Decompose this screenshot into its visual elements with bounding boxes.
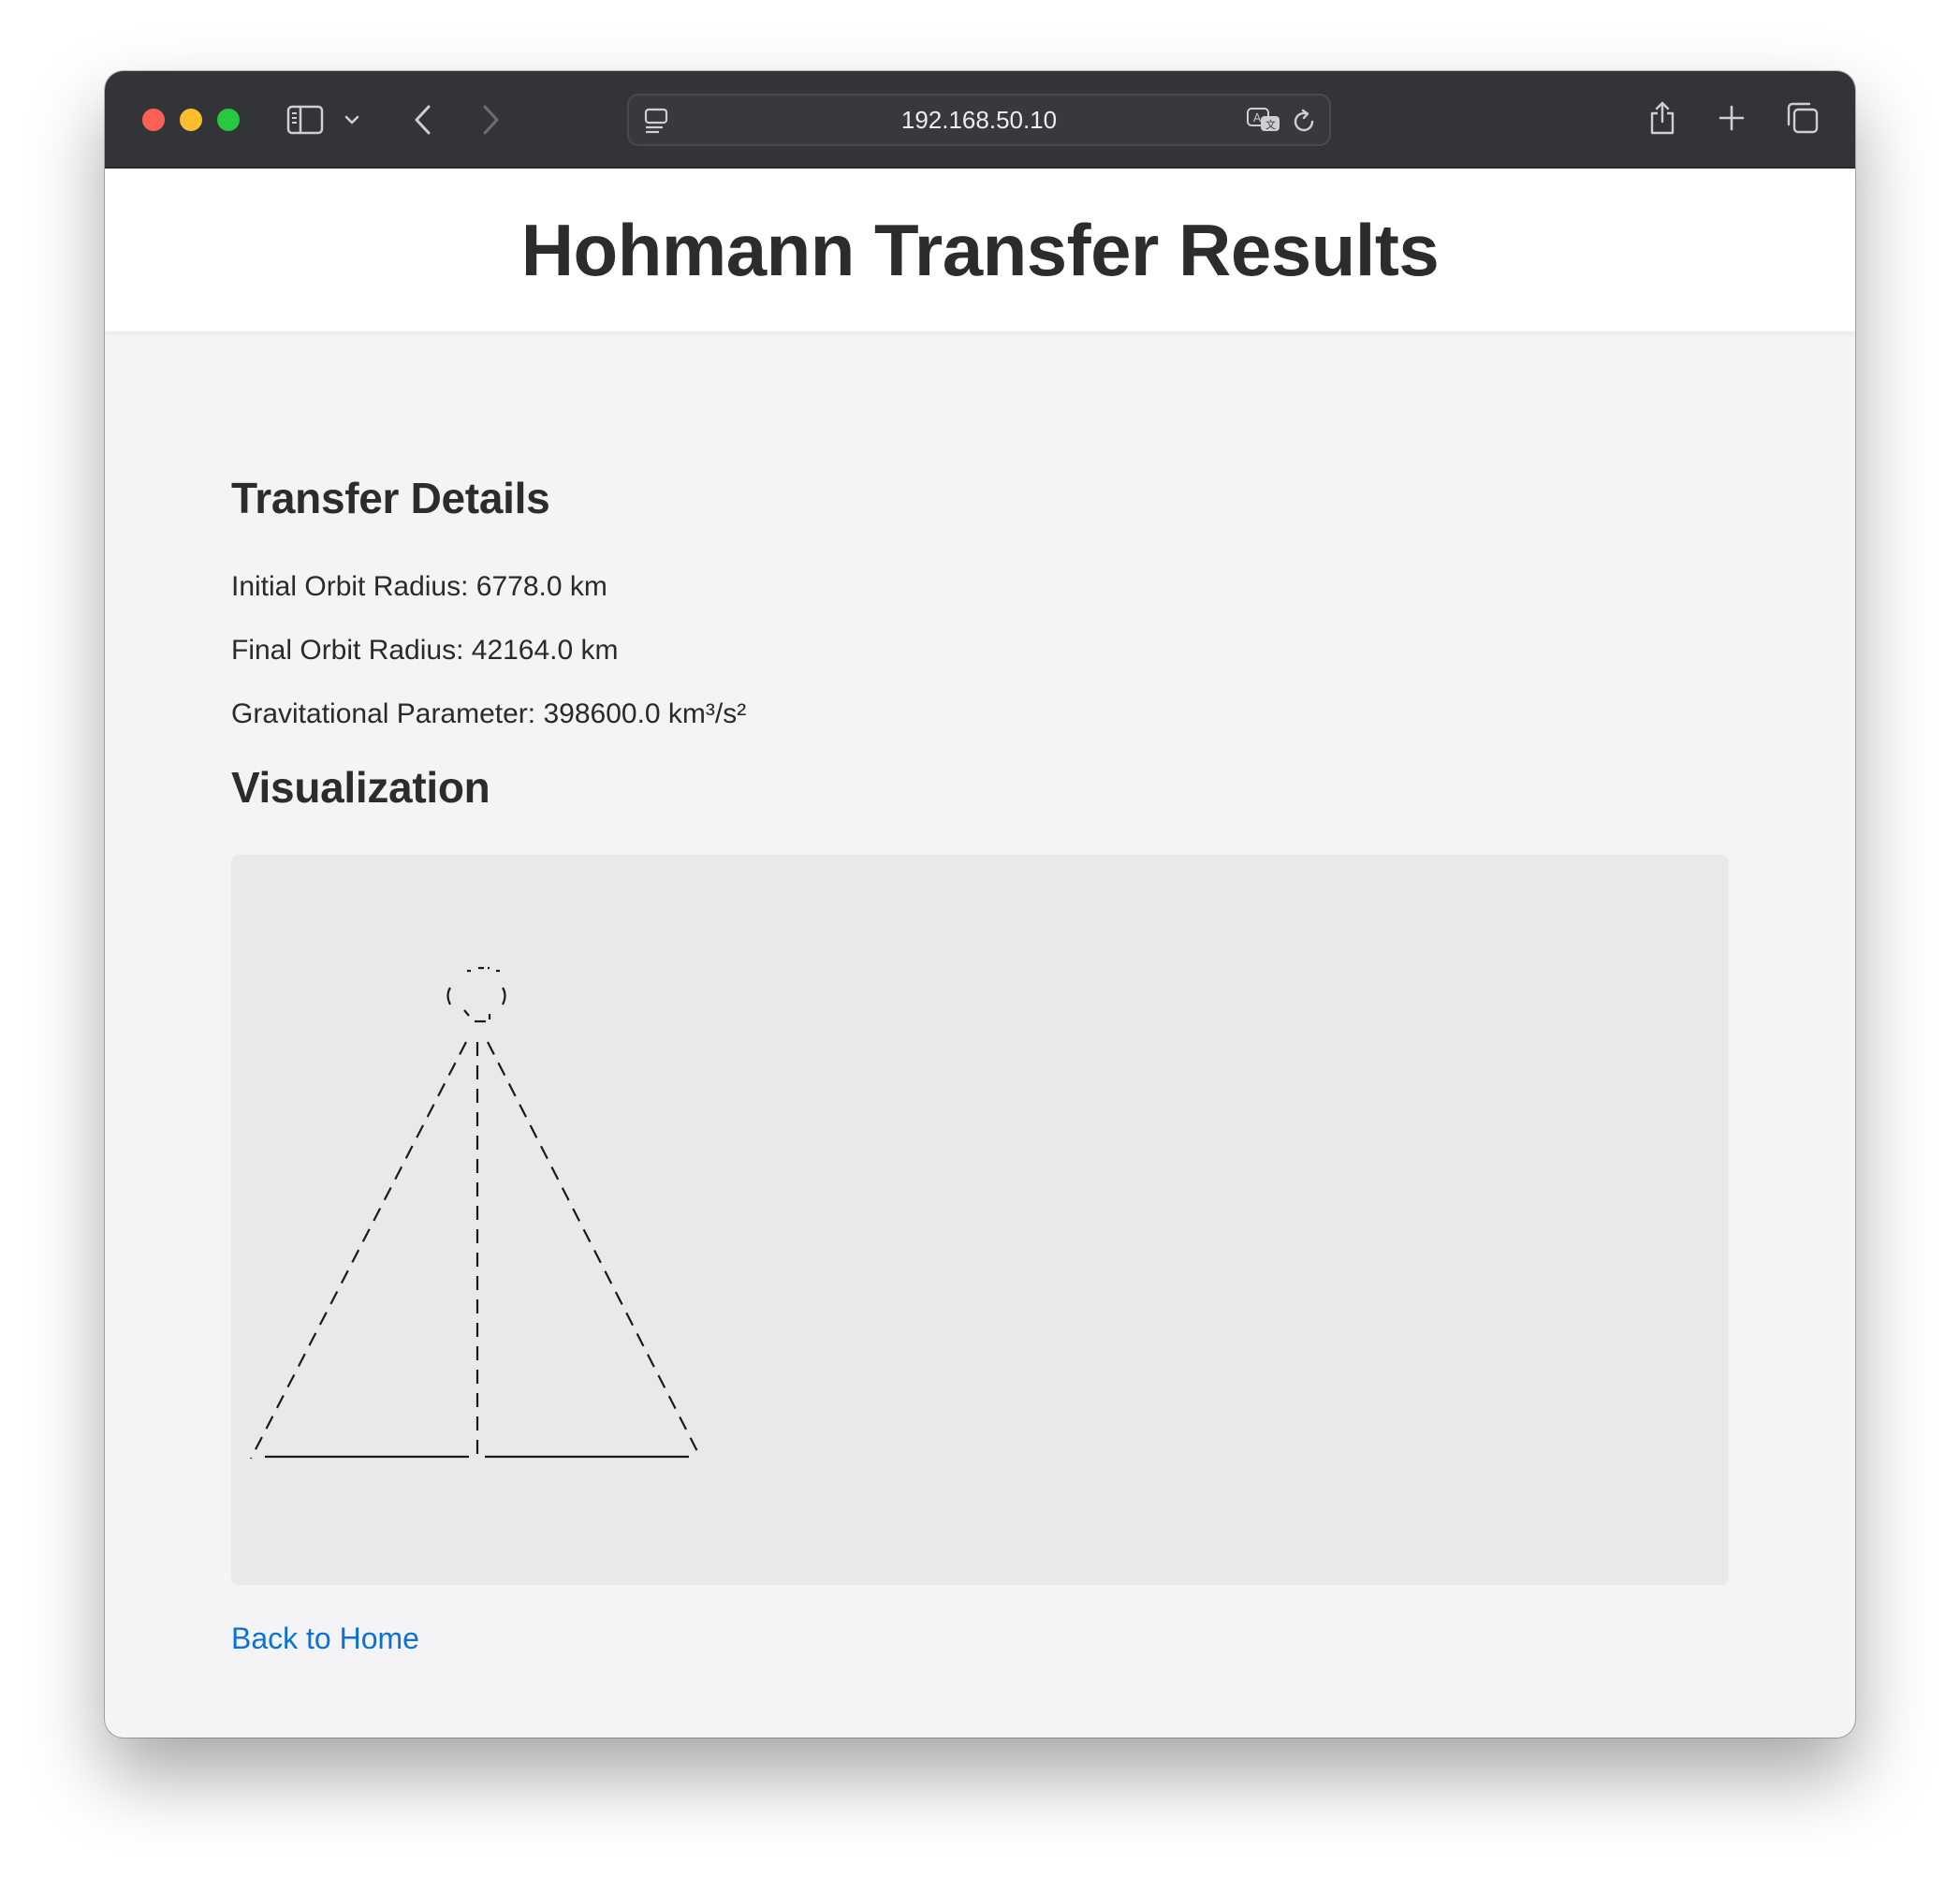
final-orbit-radius: Final Orbit Radius: 42164.0 km (231, 635, 619, 666)
orbit-art-left-slope (250, 1041, 467, 1460)
ascii-orbit-art (250, 966, 702, 1460)
close-window-button[interactable] (142, 109, 165, 131)
page-title: Hohmann Transfer Results (520, 208, 1440, 291)
reload-icon[interactable] (1290, 107, 1320, 137)
forward-icon[interactable] (472, 99, 509, 140)
orbit-art-right-slope (487, 1041, 702, 1460)
new-tab-icon[interactable] (1713, 99, 1750, 137)
translate-icon[interactable]: A文 (1245, 105, 1282, 137)
maximize-window-button[interactable] (217, 109, 240, 131)
gravitational-parameter: Gravitational Parameter: 398600.0 km³/s² (231, 698, 747, 729)
svg-text:A: A (1253, 111, 1262, 125)
back-to-home-link[interactable]: Back to Home (231, 1623, 419, 1653)
browser-window: 192.168.50.10 A文 Hohmann Transfer Result… (105, 71, 1855, 1738)
page-header: Hohmann Transfer Results (105, 169, 1855, 331)
url-text[interactable]: 192.168.50.10 (629, 95, 1329, 144)
share-icon[interactable] (1644, 95, 1681, 140)
address-bar[interactable]: 192.168.50.10 A文 (627, 94, 1331, 146)
minimize-window-button[interactable] (180, 109, 202, 131)
orbit-art-tick (463, 1009, 470, 1017)
initial-orbit-radius: Initial Orbit Radius: 6778.0 km (231, 571, 607, 602)
chevron-down-icon[interactable] (339, 107, 365, 133)
orbit-art-right-paren (502, 987, 506, 1005)
visualization-heading: Visualization (231, 763, 490, 812)
orbit-art-left-paren (446, 987, 451, 1005)
visualization-panel (231, 855, 1729, 1585)
tabs-overview-icon[interactable] (1782, 97, 1823, 139)
back-icon[interactable] (404, 99, 442, 140)
transfer-details-heading: Transfer Details (231, 474, 550, 522)
svg-text:文: 文 (1265, 118, 1276, 131)
browser-toolbar: 192.168.50.10 A文 (105, 71, 1855, 169)
sidebar-icon[interactable] (285, 99, 326, 140)
